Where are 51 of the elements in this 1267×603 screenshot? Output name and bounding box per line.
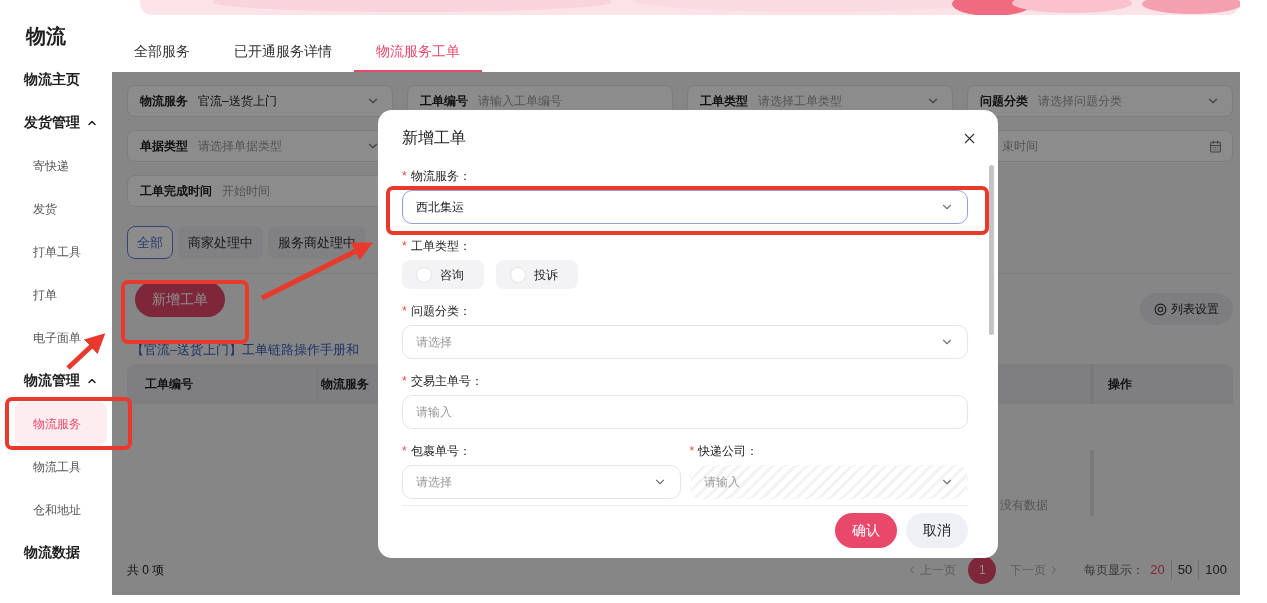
confirm-button[interactable]: 确认 [835,513,897,548]
required-mark: * [689,443,695,459]
sidebar-item[interactable]: 打单工具 [15,230,107,273]
dialog-title: 新增工单 [402,128,466,148]
required-mark: * [402,168,407,184]
sidebar-section[interactable]: 物流数据 [0,531,104,574]
page-size-option[interactable]: 50 [1170,560,1199,580]
status-filter[interactable]: 服务商处理中 [268,226,366,259]
field-label: 物流服务： [410,168,471,184]
select-field[interactable]: 请选择 [402,325,968,359]
tab[interactable]: 全部服务 [112,32,212,72]
select-field[interactable]: 请选择 [402,465,681,499]
cancel-button[interactable]: 取消 [906,513,968,548]
column-header: 操作 [1090,364,1233,404]
settings-icon [1154,302,1167,316]
radio-option[interactable]: 投诉 [496,260,578,289]
page-button[interactable]: 1 [968,556,997,584]
tab[interactable]: 已开通服务详情 [212,32,354,72]
radio-option[interactable]: 咨询 [402,260,484,289]
field-label: 交易主单号： [410,373,483,389]
required-mark: * [402,303,407,319]
calendar-icon [1209,139,1222,153]
status-filter[interactable]: 商家处理中 [178,226,263,259]
status-filter[interactable]: 全部 [127,226,173,259]
column-header: 工单编号 [127,364,317,404]
sidebar-item[interactable]: 物流工具 [15,445,107,488]
sidebar-section[interactable]: 物流管理 [0,359,104,402]
field-label: 工单类型： [410,238,471,254]
sidebar-item[interactable]: 物流服务 [15,402,107,445]
sidebar-title: 物流 [24,24,67,49]
filter-select[interactable]: 物流服务 官流–送货上门 [127,85,393,117]
sidebar-item[interactable]: 发货 [15,187,107,230]
sidebar-section[interactable]: 发货管理 [0,101,104,144]
field-label: 快递公司： [698,443,759,459]
required-mark: * [402,443,407,459]
text-field[interactable]: 请输入 [402,395,968,429]
page-size-option[interactable]: 100 [1198,560,1233,580]
sidebar-item[interactable]: 打单 [15,273,107,316]
create-button[interactable]: 新增工单 [135,282,225,317]
sidebar-item[interactable]: 电子面单 [15,316,107,359]
select-field[interactable]: 西北集运 [402,190,968,224]
sidebar-item[interactable]: 寄快递 [15,144,107,187]
field-label: 包裹单号： [410,443,471,459]
page-size-label: 每页显示： [1084,562,1145,579]
required-mark: * [402,238,407,254]
sidebar-item[interactable]: 仓和地址 [15,488,107,531]
sidebar-section[interactable]: 物流主页 [0,58,104,101]
field-label: 问题分类： [410,303,471,319]
required-mark: * [402,373,407,389]
list-settings-button[interactable]: 列表设置 [1140,293,1233,325]
total-count: 共 0 项 [127,562,165,579]
